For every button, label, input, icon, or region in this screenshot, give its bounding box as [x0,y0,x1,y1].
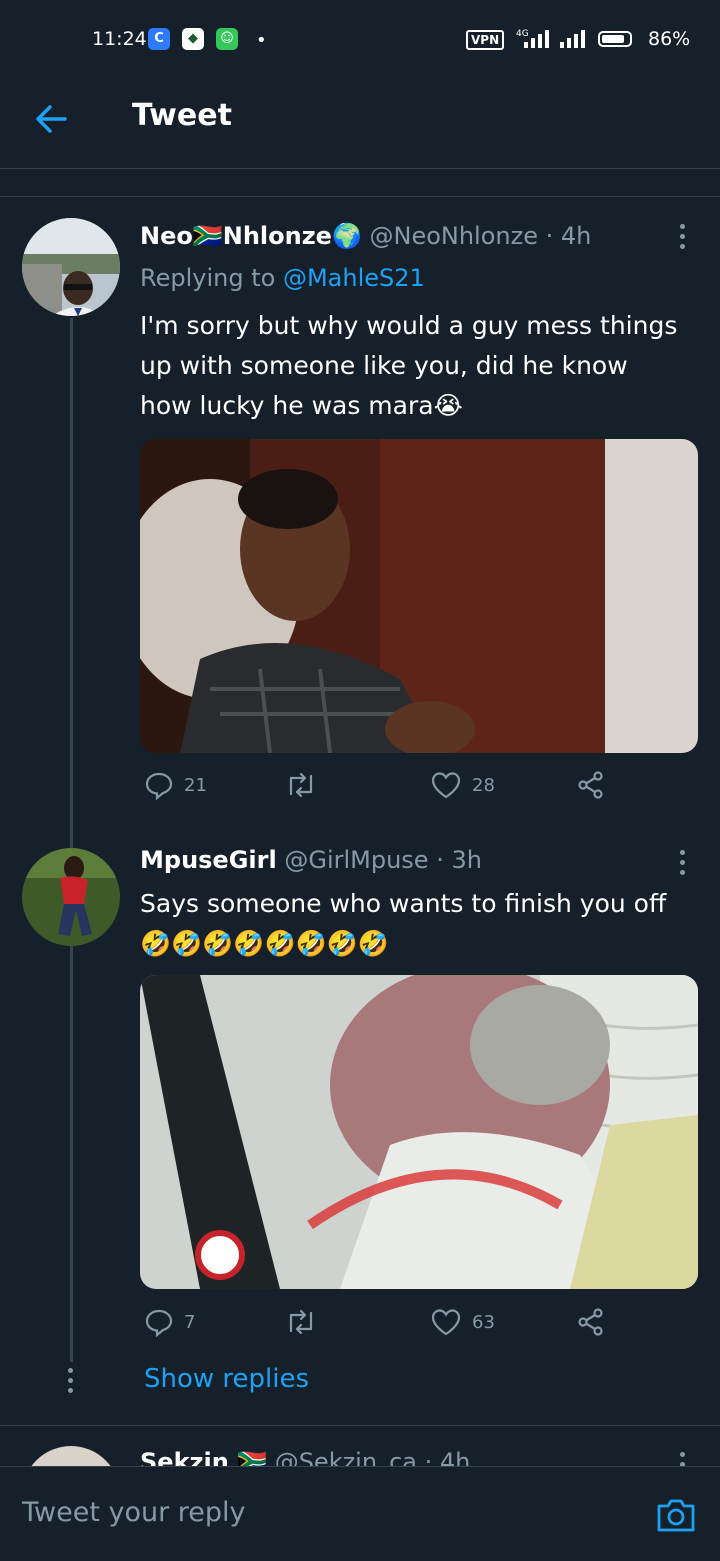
app-c-icon: C [148,28,170,50]
timestamp: · 4h [545,222,592,250]
thread-ellipsis-icon [68,1368,74,1398]
retweet-button[interactable] [284,770,328,800]
tweet-header: MpuseGirl @GirlMpuse · 3h [140,846,482,874]
like-count: 63 [472,1311,495,1333]
avatar[interactable] [22,848,120,946]
share-icon [578,771,603,799]
tweet-text: Says someone who wants to finish you off… [140,889,667,958]
timestamp: · 3h [436,846,482,874]
back-arrow-icon[interactable] [34,102,68,136]
retweet-icon [289,772,313,798]
app-cat-icon: ☺ [216,28,238,50]
handle[interactable]: @NeoNhlonze [369,222,538,250]
signal-icon [560,30,585,48]
reply-icon [145,1309,173,1337]
display-name[interactable]: Neo🇿🇦Nhlonze🌍 [140,222,362,250]
divider [0,1425,720,1426]
signal-4g-icon: 4G [516,29,549,48]
reply-button[interactable]: 21 [144,770,207,800]
tweet-header: Neo🇿🇦Nhlonze🌍 @NeoNhlonze · 4h [140,222,591,250]
heart-icon [431,1309,461,1336]
status-bar: 11:24 C ◆ ☺ • VPN 4G 86% [0,0,720,72]
reply-count: 7 [184,1311,196,1333]
tweet-image[interactable] [140,975,698,1289]
status-time: 11:24 [92,28,147,50]
handle[interactable]: @GirlMpuse [284,846,428,874]
retweet-button[interactable] [284,1307,328,1337]
share-button[interactable] [576,770,606,800]
divider [0,196,720,197]
vpn-badge: VPN [466,30,505,50]
reply-icon [145,772,173,800]
camera-icon[interactable] [656,1497,696,1533]
share-button[interactable] [576,1307,606,1337]
like-button[interactable]: 28 [430,770,495,800]
share-icon [578,1308,603,1336]
reply-count: 21 [184,774,207,796]
like-button[interactable]: 63 [430,1307,495,1337]
page-title: Tweet [132,98,232,133]
heart-icon [431,772,461,799]
display-name[interactable]: MpuseGirl [140,846,277,874]
reply-composer[interactable]: Tweet your reply [0,1466,720,1561]
battery-icon [598,31,632,47]
mention-link[interactable]: @MahleS21 [283,264,425,292]
thread-connector [70,318,73,1362]
reply-input[interactable]: Tweet your reply [22,1497,246,1528]
notification-dot-icon: • [256,30,267,51]
tweet-text: I'm sorry but why would a guy mess thing… [140,311,678,420]
retweet-icon [289,1309,313,1335]
show-replies-link[interactable]: Show replies [144,1364,309,1394]
avatar[interactable] [22,218,120,316]
like-count: 28 [472,774,495,796]
tweet-image[interactable] [140,439,698,753]
tweet-actions: 21 28 [140,770,700,810]
more-options-icon[interactable] [676,850,688,880]
replying-to: Replying to @MahleS21 [140,264,425,292]
reply-button[interactable]: 7 [144,1307,195,1337]
svg-text:4G: 4G [516,29,529,39]
app-shield-icon: ◆ [182,28,204,50]
more-options-icon[interactable] [676,224,688,254]
tweet-actions: 7 63 [140,1307,700,1347]
battery-percent: 86% [648,28,691,50]
top-bar: Tweet [0,72,720,169]
